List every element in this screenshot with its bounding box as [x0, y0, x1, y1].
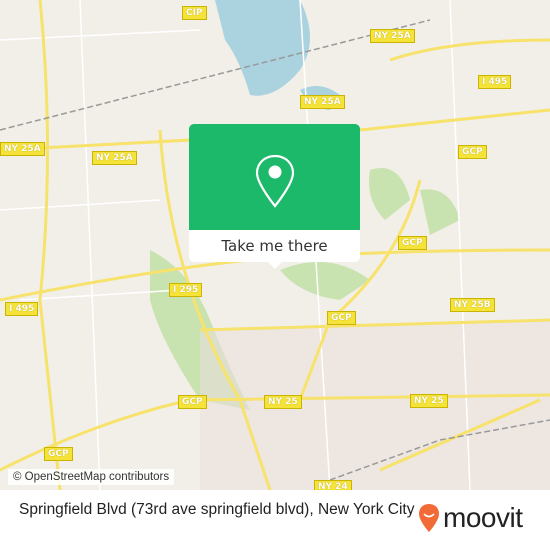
road-shield: NY 25B: [450, 298, 495, 312]
map-pin-icon: [255, 154, 295, 208]
brand-name: moovit: [443, 502, 523, 533]
road-shield: NY 25A: [92, 151, 137, 165]
road-shield: NY 25: [264, 395, 302, 409]
road-shield: I 495: [5, 302, 39, 316]
address-text: Springfield Blvd (73rd ave springfield b…: [19, 501, 415, 518]
road-shield: GCP: [398, 236, 427, 250]
road-shield: CIP: [182, 6, 207, 20]
moovit-pin-icon: [419, 504, 439, 532]
popup-header: [189, 124, 360, 230]
road-shield: I 495: [478, 75, 512, 89]
moovit-logo: moovit: [418, 502, 523, 534]
road-shield: NY 25A: [300, 95, 345, 109]
road-shield: NY 25: [410, 394, 448, 408]
road-shield: GCP: [44, 447, 73, 461]
take-me-there-button[interactable]: Take me there: [189, 230, 360, 262]
location-popup: Take me there: [189, 124, 360, 269]
popup-tail: [267, 261, 283, 269]
road-shield: I 295: [169, 283, 203, 297]
road-shield: NY 24: [314, 480, 352, 490]
road-shield: GCP: [327, 311, 356, 325]
road-shield: NY 25A: [0, 142, 45, 156]
map-attribution[interactable]: © OpenStreetMap contributors: [8, 469, 175, 485]
road-shield: GCP: [458, 145, 487, 159]
road-shield: NY 25A: [370, 29, 415, 43]
road-shield: GCP: [178, 395, 207, 409]
